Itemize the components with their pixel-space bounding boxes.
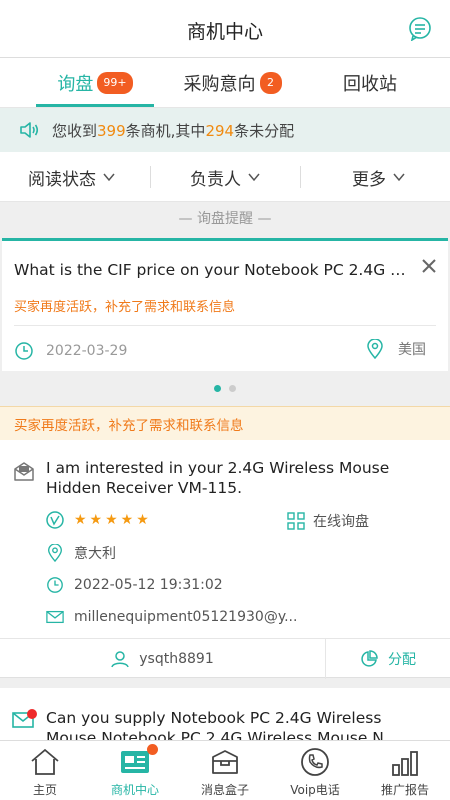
filter-label: 负责人 (190, 169, 241, 190)
divider (300, 166, 301, 188)
active-tab-indicator (36, 104, 154, 107)
chevron-down-icon (103, 173, 115, 182)
inquiry-rating: ★★★★★ (46, 511, 152, 529)
reminder-location: 美国 (366, 339, 426, 359)
page-title: 商机中心 (186, 21, 263, 43)
owner-field[interactable]: ysqth8891 (0, 639, 325, 679)
nav-business-center[interactable]: 商机中心 (90, 741, 180, 800)
nav-voip-phone[interactable]: Voip电话 (270, 741, 360, 800)
inquiry-actions: ysqth8891 分配 (0, 638, 450, 679)
inquiry-datetime: 2022-05-12 19:31:02 (46, 576, 223, 594)
app-header: 商机中心 (0, 0, 450, 58)
location-pin-icon (48, 544, 62, 562)
nav-promo-report[interactable]: 推广报告 (360, 741, 450, 800)
nav-badge (147, 744, 158, 755)
chat-bubble-icon[interactable] (408, 17, 432, 41)
tab-purchase-intent[interactable]: 采购意向 2 (170, 58, 295, 108)
inquiry-country: 意大利 (46, 543, 116, 563)
location-pin-icon (367, 339, 383, 359)
divider (14, 325, 436, 326)
clock-icon (15, 342, 33, 360)
phone-icon (301, 748, 329, 776)
inquiry-type: 在线询盘 (287, 511, 369, 531)
grid-icon (287, 512, 305, 530)
star-rating: ★★★★★ (74, 512, 152, 528)
rating-badge-icon (46, 511, 64, 529)
report-chart-icon (392, 751, 418, 776)
filter-bar: 阅读状态 负责人 更多 (0, 152, 450, 202)
reminder-subtitle: 买家再度活跃，补充了需求和联系信息 (14, 300, 236, 315)
filter-read-status[interactable]: 阅读状态 (28, 152, 116, 202)
notice-total: 399 (97, 121, 126, 140)
notice-bar: 您收到399条商机,其中294条未分配 (0, 108, 450, 152)
chevron-down-icon (248, 173, 260, 182)
carousel-dots (0, 385, 450, 392)
filter-owner[interactable]: 负责人 (190, 152, 261, 202)
reminder-card[interactable]: What is the CIF price on your Notebook P… (2, 238, 448, 371)
tab-label: 询盘 (57, 74, 94, 95)
inquiry-subject: I am interested in your 2.4G Wireless Mo… (46, 459, 390, 497)
filter-label: 更多 (352, 169, 386, 190)
inquiry-subject: Can you supply Notebook PC 2.4G Wireless… (46, 709, 399, 742)
user-icon (111, 651, 130, 668)
tab-badge: 2 (259, 72, 282, 94)
notice-unassigned: 294 (205, 121, 235, 140)
close-icon[interactable] (420, 257, 438, 275)
clock-icon (47, 577, 63, 593)
unread-dot (27, 709, 37, 719)
speaker-icon (20, 122, 39, 138)
reminder-question: What is the CIF price on your Notebook P… (14, 261, 412, 279)
divider (150, 166, 151, 188)
mail-opened-icon (14, 462, 34, 481)
inquiry-email: millenequipment05121930@y... (46, 608, 297, 626)
business-center-icon (121, 751, 149, 773)
home-icon (31, 748, 59, 775)
reminder-section-title: — 询盘提醒 — (178, 211, 272, 227)
active-buyer-banner: 买家再度活跃，补充了需求和联系信息 (0, 406, 450, 440)
tab-inquiries[interactable]: 询盘 99+ (36, 58, 154, 108)
tab-badge: 99+ (97, 72, 133, 94)
message-box-icon (212, 750, 238, 774)
inquiry-list-item[interactable]: Can you supply Notebook PC 2.4G Wireless… (0, 688, 450, 742)
filter-label: 阅读状态 (28, 169, 96, 190)
reminder-date: 2022-03-29 (14, 341, 127, 361)
tab-label: 采购意向 (183, 74, 256, 95)
tab-bar: 询盘 99+ 采购意向 2 回收站 (0, 58, 450, 108)
notice-text: 您收到399条商机,其中294条未分配 (52, 121, 295, 140)
envelope-icon (46, 610, 64, 624)
assign-button[interactable]: 分配 (326, 639, 450, 679)
nav-home[interactable]: 主页 (0, 741, 90, 800)
pie-chart-icon (361, 650, 378, 667)
filter-more[interactable]: 更多 (352, 152, 406, 202)
carousel-dot-active[interactable] (214, 385, 221, 392)
tab-recycle-bin[interactable]: 回收站 (320, 58, 420, 108)
chevron-down-icon (393, 173, 405, 182)
bottom-nav: 主页 商机中心 消息盒子 Voip电话 推广报告 (0, 740, 450, 800)
carousel-dot[interactable] (229, 385, 236, 392)
tab-label: 回收站 (343, 74, 397, 95)
inquiry-list-item[interactable]: I am interested in your 2.4G Wireless Mo… (0, 440, 450, 679)
nav-message-box[interactable]: 消息盒子 (180, 741, 270, 800)
